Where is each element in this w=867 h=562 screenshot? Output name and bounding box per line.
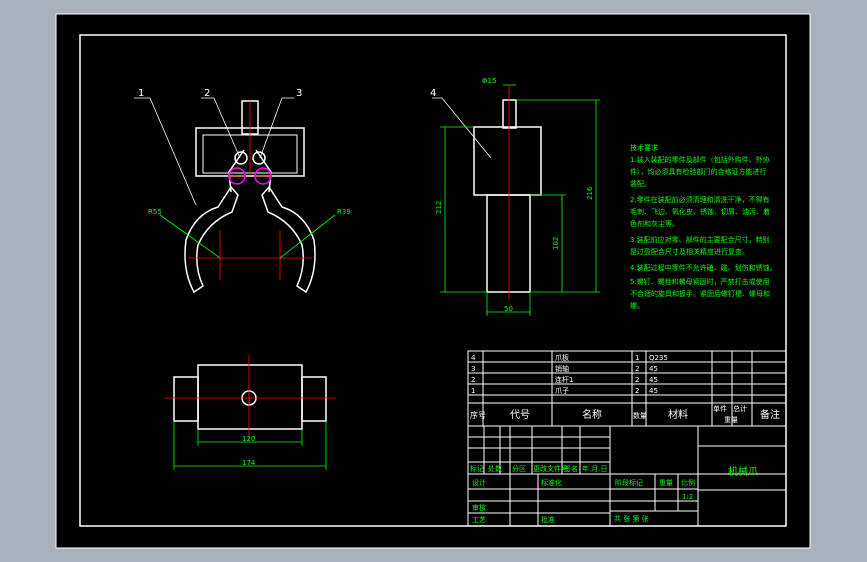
part-label-1: 1 [138,88,144,99]
bom-header-weight: 重量 [724,416,738,424]
tb-sign-mark: 标记 [470,464,484,473]
bom-name: 销轴 [555,364,569,373]
bom-qty: 2 [635,365,639,373]
tech-line: 1.装入装配的零件及部件（包括外购件、外协 [630,155,770,164]
tb-process: 工艺 [472,516,486,524]
bom-header-seq: 序号 [470,410,486,420]
cad-drawing: 1 2 3 4 R55 R39 Φ15 212 102 216 50 120 1… [0,0,867,562]
bom-material: 45 [649,387,658,395]
bom-seq: 1 [471,387,475,395]
dim-50: 50 [504,305,513,313]
dim-216: 216 [586,186,594,200]
dim-102: 102 [552,237,560,250]
dim-212: 212 [435,201,443,214]
tb-approve: 批准 [541,515,555,524]
bom-material: 45 [649,365,658,373]
tech-line: 件），均必须具有检验部门的合格证方能进行 [630,167,767,176]
tb-scale: 1:2 [682,493,693,501]
tech-line: 5.螺钉、螺栓和螺母紧固时，严禁打击或使用 [630,277,770,286]
tech-line: 色剂和灰尘等。 [630,219,679,228]
bom-name: 连杆1 [555,375,573,384]
tb-stage: 阶段标记 [615,478,643,487]
bom-header-name: 名称 [582,408,602,421]
tb-standard: 标准化 [541,478,562,487]
bom-header-remark: 备注 [760,408,780,421]
bom-header-code: 代号 [510,409,530,421]
bom-qty: 2 [635,387,639,395]
bom-seq: 4 [471,354,476,362]
bom-header-qty: 数量 [633,411,647,420]
bom-header-material: 材料 [668,408,688,421]
bom-seq: 3 [471,365,475,373]
tb-sign-file: 更改文件号 [533,464,568,473]
bom-material: 45 [649,376,658,384]
part-label-3: 3 [296,88,302,99]
bom-qty: 1 [635,354,639,362]
tech-line: 4.装配过程中零件不允许磕、碰、划伤和锈蚀。 [630,263,777,272]
part-label-2: 2 [204,88,210,99]
tech-line: 是过盈配合尺寸及相关精度进行复查。 [630,247,749,256]
tb-sign-name: 签名 [564,464,578,473]
tb-scale-label: 比例 [681,478,695,487]
bom-header-unit: 单件 [713,404,727,413]
dim-174: 174 [242,459,256,467]
tb-sheets: 共 张 第 张 [614,514,649,523]
dim-r55: R55 [148,208,162,216]
tech-line: 螺。 [630,301,644,310]
dim-120: 120 [242,435,255,443]
tech-line: 2.零件在装配前必须清理和清洗干净，不得有 [630,195,770,204]
bom-material: Q235 [649,354,668,362]
tb-sign-date: 年.月.日 [582,464,607,473]
bom-seq: 2 [471,376,475,384]
bom-name: 爪板 [555,353,569,362]
part-label-4: 4 [430,88,436,99]
tech-line: 3.装配前应对零、部件的主要配合尺寸，特别 [630,235,770,244]
dim-r39: R39 [337,208,351,216]
tech-line: 装配。 [630,179,651,188]
tech-title: 技术要求 [630,143,658,152]
tb-check: 审核 [472,503,486,512]
tb-weight: 重量 [659,479,673,487]
bom-header-total: 总计 [733,404,747,413]
bom-qty: 2 [635,376,639,384]
tb-sign-zone: 分区 [512,464,526,473]
tech-line: 不合适的旋具和扳手。紧固后螺钉槽、螺母和 [630,289,770,298]
tb-design: 设计 [472,478,486,487]
dim-phi15: Φ15 [482,77,496,85]
tech-line: 毛刺、飞边、氧化皮、锈蚀、切屑、油污、着 [630,207,770,216]
bom-name: 爪子 [555,387,569,395]
tb-sign-count: 处数 [488,464,502,473]
tb-drawing-title: 机械爪 [728,465,758,478]
